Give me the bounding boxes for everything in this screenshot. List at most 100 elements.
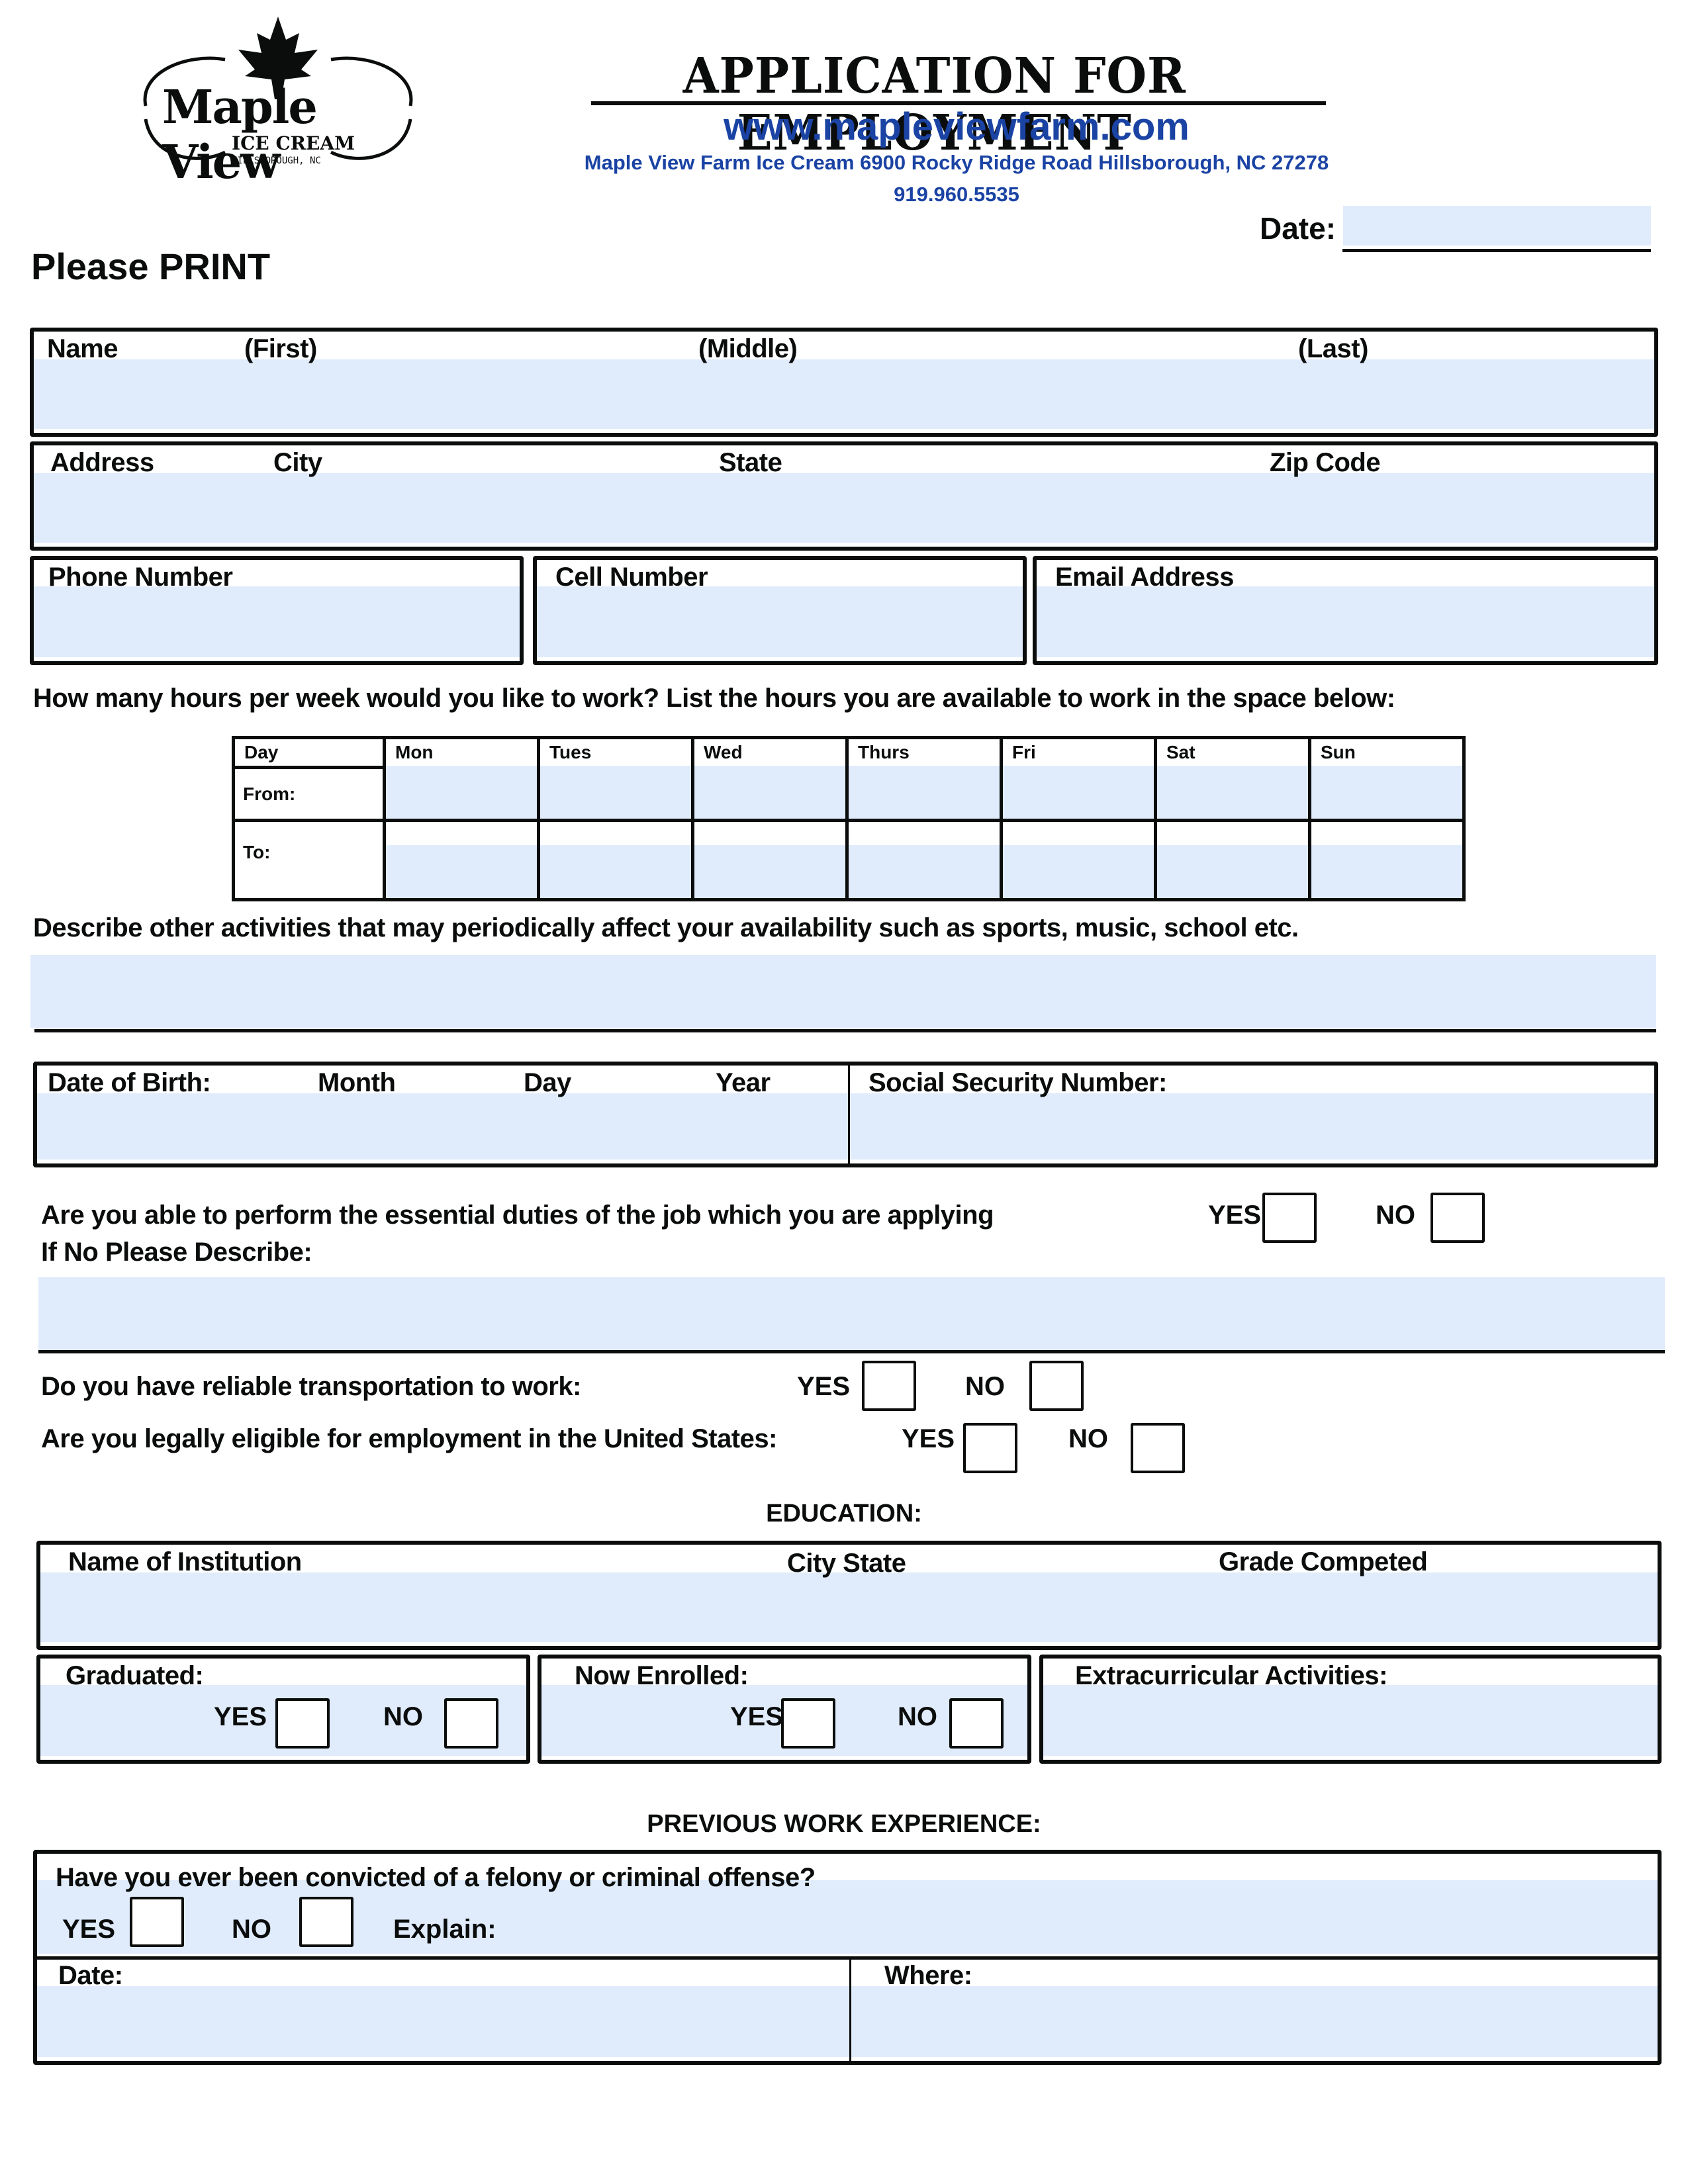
essential-duties-no-label: NO xyxy=(1376,1201,1415,1230)
website-link[interactable]: www.mapleviewfarm.com xyxy=(589,105,1324,149)
thurs-from-field[interactable] xyxy=(849,766,1000,819)
felony-section: Have you ever been convicted of a felony… xyxy=(33,1850,1662,1959)
date-label: Date: xyxy=(1260,211,1336,246)
conviction-where-field[interactable] xyxy=(851,1986,1658,2057)
legal-eligibility-yes-checkbox[interactable] xyxy=(963,1423,1017,1473)
explain-label: Explain: xyxy=(393,1915,496,1944)
day-tues-label: Tues xyxy=(549,742,592,762)
work-experience-heading: PREVIOUS WORK EXPERIENCE: xyxy=(647,1810,1041,1838)
wed-from-cell[interactable]: Wed xyxy=(691,736,849,822)
mon-from-cell[interactable]: Mon xyxy=(383,736,540,822)
transportation-question: Do you have reliable transportation to w… xyxy=(41,1372,581,1401)
describe-field[interactable] xyxy=(38,1277,1665,1350)
legal-eligibility-no-checkbox[interactable] xyxy=(1131,1423,1185,1473)
state-label: State xyxy=(719,448,782,477)
sun-from-cell[interactable]: Sun xyxy=(1308,736,1466,822)
graduated-section: Graduated: YES NO xyxy=(36,1655,530,1764)
essential-duties-yes-label: YES xyxy=(1208,1201,1262,1230)
fri-from-field[interactable] xyxy=(1003,766,1154,819)
extracurricular-field[interactable] xyxy=(1043,1685,1658,1756)
essential-duties-no-checkbox[interactable] xyxy=(1430,1193,1485,1243)
dob-year-label: Year xyxy=(716,1068,771,1097)
day-wed-label: Wed xyxy=(704,742,743,762)
conviction-where-label: Where: xyxy=(884,1961,972,1990)
tues-to-cell[interactable] xyxy=(537,819,694,901)
name-last-label: (Last) xyxy=(1298,334,1368,363)
please-print-instruction: Please PRINT xyxy=(31,246,271,287)
ssn-field[interactable] xyxy=(850,1093,1654,1160)
email-section: Email Address xyxy=(1033,556,1658,665)
sun-from-field[interactable] xyxy=(1311,766,1462,819)
wed-to-cell[interactable] xyxy=(691,819,849,901)
transportation-yes-label: YES xyxy=(797,1372,851,1401)
graduated-no-label: NO xyxy=(383,1702,423,1731)
now-enrolled-yes-checkbox[interactable] xyxy=(781,1698,835,1749)
graduated-no-checkbox[interactable] xyxy=(444,1698,498,1749)
thurs-from-cell[interactable]: Thurs xyxy=(845,736,1003,822)
other-activities-question: Describe other activities that may perio… xyxy=(33,913,1299,942)
phone-field[interactable] xyxy=(34,586,520,657)
day-thurs-label: Thurs xyxy=(858,742,910,762)
dob-field[interactable] xyxy=(37,1093,848,1160)
now-enrolled-yes-label: YES xyxy=(730,1702,784,1731)
date-field[interactable] xyxy=(1343,206,1651,246)
mon-from-field[interactable] xyxy=(386,766,537,819)
felony-yes-checkbox[interactable] xyxy=(130,1897,184,1947)
sun-to-field[interactable] xyxy=(1311,845,1462,898)
essential-duties-yes-checkbox[interactable] xyxy=(1262,1193,1317,1243)
hours-question: How many hours per week would you like t… xyxy=(33,684,1395,713)
phone-label: Phone Number xyxy=(48,563,233,592)
from-label: From: xyxy=(243,783,296,804)
ssn-section: Social Security Number: xyxy=(848,1062,1658,1167)
to-row-label: To: xyxy=(232,819,386,901)
conviction-date-field[interactable] xyxy=(37,1986,849,2057)
name-label: Name xyxy=(47,334,118,363)
transportation-no-label: NO xyxy=(965,1372,1005,1401)
now-enrolled-label: Now Enrolled: xyxy=(575,1661,749,1690)
now-enrolled-no-checkbox[interactable] xyxy=(949,1698,1004,1749)
cell-field[interactable] xyxy=(537,586,1023,657)
wed-to-field[interactable] xyxy=(694,845,845,898)
institution-field[interactable] xyxy=(40,1572,1658,1642)
tues-from-cell[interactable]: Tues xyxy=(537,736,694,822)
thurs-to-field[interactable] xyxy=(849,845,1000,898)
if-no-describe-label: If No Please Describe: xyxy=(41,1238,312,1267)
sun-to-cell[interactable] xyxy=(1308,819,1466,901)
wed-from-field[interactable] xyxy=(694,766,845,819)
felony-no-checkbox[interactable] xyxy=(299,1897,353,1947)
day-fri-label: Fri xyxy=(1012,742,1036,762)
fri-from-cell[interactable]: Fri xyxy=(1000,736,1157,822)
sat-to-cell[interactable] xyxy=(1154,819,1311,901)
tues-to-field[interactable] xyxy=(540,845,691,898)
sat-from-cell[interactable]: Sat xyxy=(1154,736,1311,822)
address-field[interactable] xyxy=(34,473,1654,543)
email-field[interactable] xyxy=(1037,586,1654,657)
mon-to-cell[interactable] xyxy=(383,819,540,901)
dob-label: Date of Birth: xyxy=(48,1068,211,1097)
sat-from-field[interactable] xyxy=(1157,766,1308,819)
name-section: Name (First) (Middle) (Last) xyxy=(30,328,1658,437)
sat-to-field[interactable] xyxy=(1157,845,1308,898)
fri-to-field[interactable] xyxy=(1003,845,1154,898)
describe-underline xyxy=(38,1350,1665,1353)
tues-from-field[interactable] xyxy=(540,766,691,819)
legal-eligibility-yes-label: YES xyxy=(902,1424,955,1453)
transportation-yes-checkbox[interactable] xyxy=(862,1361,916,1411)
transportation-no-checkbox[interactable] xyxy=(1029,1361,1084,1411)
day-sat-label: Sat xyxy=(1166,742,1196,762)
name-field[interactable] xyxy=(34,359,1654,429)
company-address: Maple View Farm Ice Cream 6900 Rocky Rid… xyxy=(584,151,1329,174)
phone-section: Phone Number xyxy=(30,556,524,665)
graduated-yes-checkbox[interactable] xyxy=(275,1698,330,1749)
dob-section: Date of Birth: Month Day Year xyxy=(33,1062,850,1167)
mon-to-field[interactable] xyxy=(386,845,537,898)
cell-label: Cell Number xyxy=(555,563,708,592)
now-enrolled-section: Now Enrolled: YES NO xyxy=(538,1655,1031,1764)
other-activities-field[interactable] xyxy=(30,955,1656,1028)
thurs-to-cell[interactable] xyxy=(845,819,1003,901)
company-phone: 919.960.5535 xyxy=(894,183,1019,206)
to-label: To: xyxy=(243,842,271,862)
institution-section: Name of Institution City State Grade Com… xyxy=(36,1541,1662,1650)
fri-to-cell[interactable] xyxy=(1000,819,1157,901)
name-first-label: (First) xyxy=(244,334,317,363)
